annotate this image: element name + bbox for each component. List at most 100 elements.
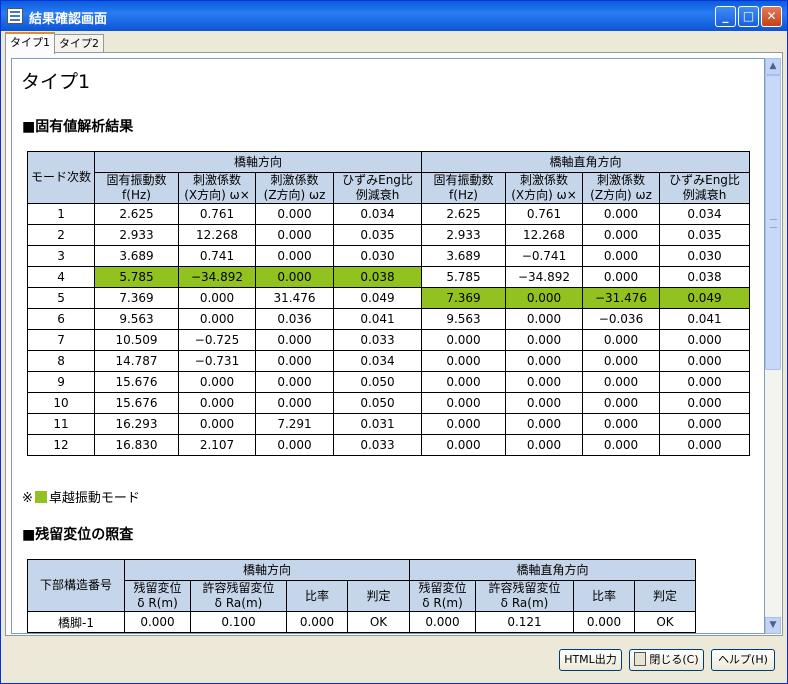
legend-note: ※ 卓越振動モード	[22, 487, 140, 506]
column-header-line2: 例減衰h	[355, 188, 400, 202]
longitudinal-header: 橋軸方向	[94, 151, 423, 173]
minimize-button[interactable]: _	[715, 6, 736, 27]
tab-panel: タイプ1 ■固有値解析結果 モード次数 橋軸方向 橋軸直角方向 固有振動数 f(H…	[5, 52, 783, 636]
tab-type1[interactable]: タイプ1	[5, 32, 55, 54]
value-cell: 0.000	[255, 350, 335, 372]
value-cell: 0.030	[659, 245, 751, 267]
value-cell: 0.000	[582, 434, 661, 456]
value-cell: −0.741	[505, 245, 584, 267]
title-bar[interactable]: 結果確認画面 _ □ ✕	[1, 1, 787, 31]
value-cell: 5.785	[421, 266, 507, 288]
table-row: 3 3.689 0.741 0.000 0.030 3.689 −0.741 0.000 0.0…	[26, 245, 751, 267]
table-row: 2 2.933 12.268 0.000 0.035 2.933 12.268 0.000 0.…	[26, 224, 751, 246]
mode-number-cell: 4	[26, 266, 96, 288]
value-cell: 0.000	[659, 413, 751, 435]
column-header-line1: 刺激係数	[520, 173, 569, 187]
html-output-button[interactable]: HTML出力	[559, 649, 622, 671]
column-header: 判定	[634, 580, 696, 612]
tab-type2[interactable]: タイプ2	[54, 34, 104, 52]
value-cell: 0.000	[582, 245, 661, 267]
page-title: タイプ1	[21, 71, 91, 93]
mode-number-cell: 10	[26, 392, 96, 414]
value-cell: 0.000	[582, 392, 661, 414]
column-header-row: 固有振動数 f(Hz) 刺激係数 (X方向) ω× 刺激係数 (Z方向) ωz ひずみEng…	[28, 172, 751, 204]
mode-number-cell: 2	[26, 224, 96, 246]
value-cell: 0.035	[333, 224, 423, 246]
value-cell: 0.000	[582, 203, 661, 225]
value-cell: −34.892	[505, 266, 584, 288]
value-cell: 3.689	[421, 245, 507, 267]
mode-number-cell: 11	[26, 413, 96, 435]
value-cell: 0.000	[582, 266, 661, 288]
value-cell: 0.031	[333, 413, 423, 435]
value-cell: 0.000	[421, 371, 507, 393]
value-cell: 0.000	[178, 392, 257, 414]
column-header-line1: 許容残留変位	[202, 581, 275, 595]
value-cell: 0.034	[333, 350, 423, 372]
value-cell: 0.000	[582, 413, 661, 435]
value-cell: 0.000	[421, 392, 507, 414]
maximize-button[interactable]: □	[738, 6, 759, 27]
mode-number-cell: 7	[26, 329, 96, 351]
note-prefix: ※	[22, 491, 33, 506]
result-window: 結果確認画面 _ □ ✕ タイプ1 タイプ2 タイプ1 ■固有値解析結果 モード…	[0, 0, 788, 684]
transverse-header: 橋軸直角方向	[421, 151, 751, 173]
value-cell: 0.000	[659, 392, 751, 414]
column-header: 固有振動数 f(Hz)	[94, 172, 180, 204]
report-view[interactable]: タイプ1 ■固有値解析結果 モード次数 橋軸方向 橋軸直角方向 固有振動数 f(H…	[11, 58, 765, 634]
residual-column-header-row: 残留変位 δ R(m) 許容残留変位 δ Ra(m) 比率 判定 残留変位 δ R(m) 許容残…	[28, 580, 696, 612]
value-cell: 14.787	[94, 350, 180, 372]
column-header-line1: 刺激係数	[270, 173, 319, 187]
value-cell: −34.892	[178, 266, 257, 288]
value-cell: 15.676	[94, 392, 180, 414]
scroll-down-arrow-icon[interactable]: ▼	[765, 617, 781, 634]
value-cell: 0.041	[333, 308, 423, 330]
column-header: 刺激係数 (Z方向) ωz	[582, 172, 661, 204]
value-cell: 12.268	[505, 224, 584, 246]
value-cell: 0.050	[333, 392, 423, 414]
column-header-line1: 刺激係数	[193, 173, 242, 187]
column-header-line2: (X方向) ω×	[184, 188, 250, 202]
column-header-line1: 固有振動数	[433, 173, 494, 187]
note-text: 卓越振動モード	[48, 491, 140, 506]
residual-longitudinal-header: 橋軸方向	[124, 559, 410, 581]
value-cell: 0.000	[255, 392, 335, 414]
value-cell: 0.000	[178, 371, 257, 393]
vertical-scrollbar[interactable]: ▲ ▼	[765, 58, 781, 634]
section-title-residual: ■残留変位の照査	[22, 527, 134, 543]
close-button[interactable]: 閉じる(C)	[629, 649, 704, 671]
column-header: 比率	[573, 580, 635, 612]
value-cell: −0.725	[178, 329, 257, 351]
value-cell: 15.676	[94, 371, 180, 393]
value-cell: OK	[634, 611, 696, 633]
value-cell: 0.000	[505, 329, 584, 351]
column-header-line2: δ R(m)	[137, 596, 178, 610]
value-cell: 0.000	[659, 434, 751, 456]
column-header-line1: 許容残留変位	[488, 581, 561, 595]
help-button[interactable]: ヘルプ(H)	[711, 649, 775, 671]
scrollbar-thumb[interactable]	[765, 75, 781, 370]
mode-number-cell: 1	[26, 203, 96, 225]
value-cell: 2.933	[94, 224, 180, 246]
value-cell: 0.035	[659, 224, 751, 246]
value-cell: 0.000	[255, 203, 335, 225]
column-header-line1: 判定	[366, 588, 391, 603]
value-cell: 16.830	[94, 434, 180, 456]
html-output-label: HTML出力	[564, 653, 617, 666]
window-title: 結果確認画面	[29, 12, 108, 27]
mode-number-header: モード次数	[26, 151, 96, 204]
column-header: 固有振動数 f(Hz)	[421, 172, 507, 204]
value-cell: 0.038	[333, 266, 423, 288]
column-header: 許容残留変位 δ Ra(m)	[190, 580, 287, 612]
column-header-line1: 判定	[652, 588, 677, 603]
help-label: ヘルプ(H)	[718, 653, 768, 666]
table-row: 8 14.787 −0.731 0.000 0.034 0.000 0.000 0.000 0.…	[26, 350, 751, 372]
close-window-button[interactable]: ✕	[761, 6, 782, 27]
value-cell: 2.625	[94, 203, 180, 225]
value-cell: 0.034	[333, 203, 423, 225]
value-cell: 0.049	[659, 287, 751, 309]
column-header-line1: 比率	[591, 588, 616, 603]
column-header-line1: 比率	[304, 588, 329, 603]
scroll-up-arrow-icon[interactable]: ▲	[765, 58, 781, 75]
table-row: 10 15.676 0.000 0.000 0.050 0.000 0.000 0.000 0.…	[26, 392, 751, 414]
